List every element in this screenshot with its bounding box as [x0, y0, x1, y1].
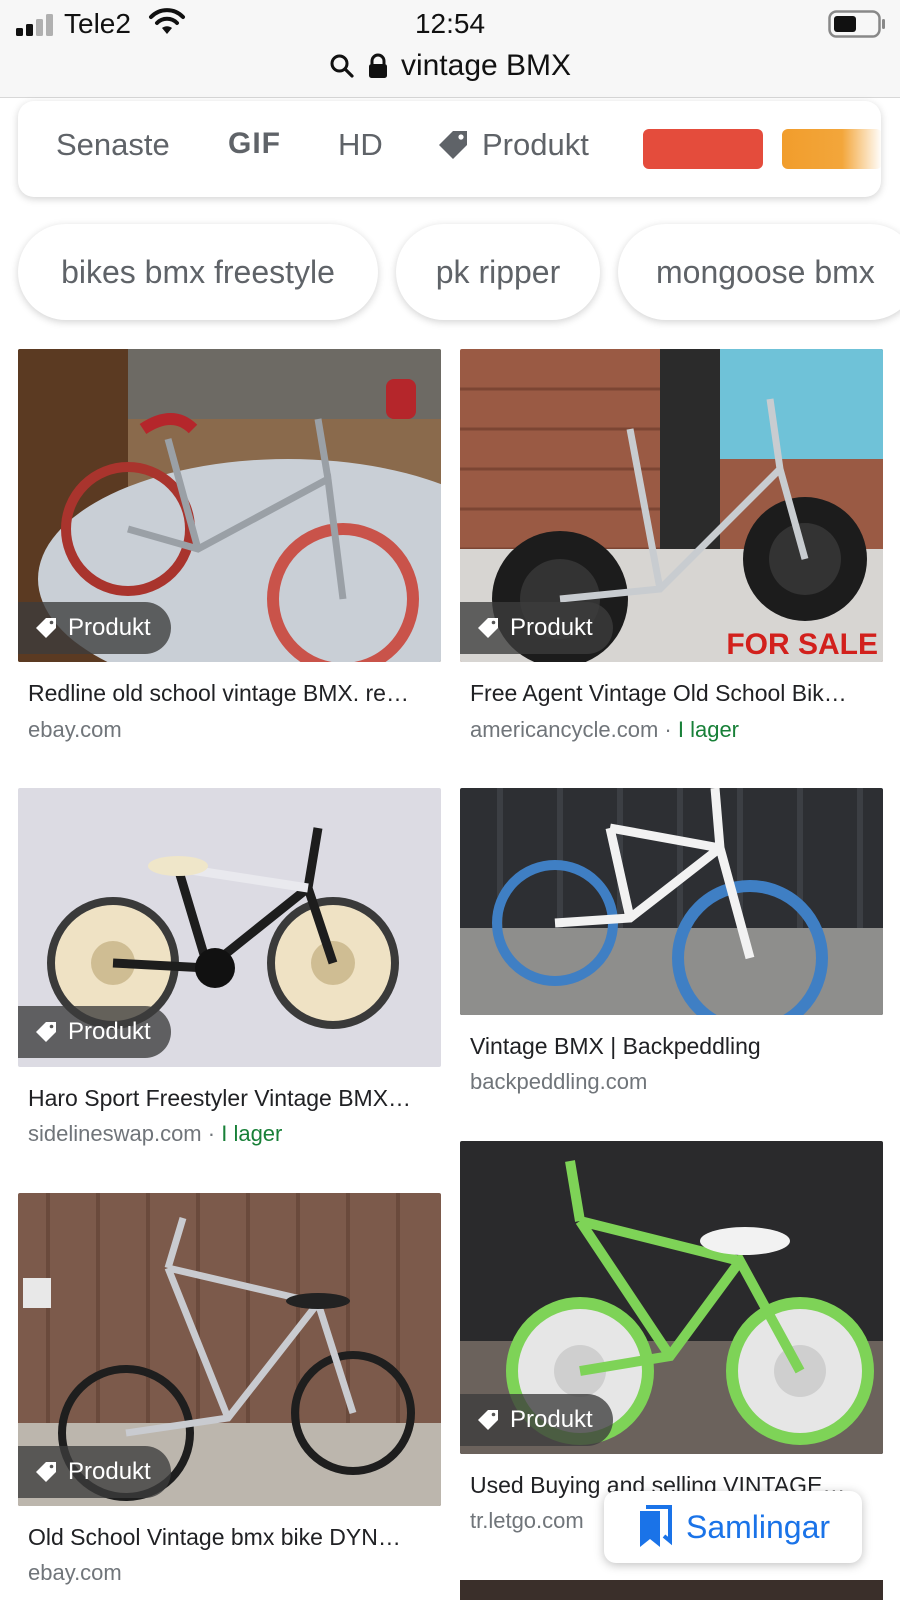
result-title[interactable]: Haro Sport Freestyler Vintage BMX… — [28, 1085, 433, 1112]
product-badge: Produkt — [460, 1394, 613, 1446]
battery-icon — [828, 10, 885, 38]
clock: 12:54 — [414, 8, 486, 39]
bookmark-icon — [639, 1505, 672, 1547]
result-thumbnail-partial[interactable] — [460, 1580, 883, 1600]
product-badge: Produkt — [460, 602, 613, 654]
result-source-domain: tr.letgo.com — [470, 1508, 584, 1533]
product-badge: Produkt — [18, 1446, 171, 1498]
result-thumbnail[interactable] — [460, 788, 883, 1015]
url-text: vintage BMX — [400, 49, 572, 82]
suggestion-chip[interactable]: mongoose bmx — [618, 224, 900, 320]
result-source-domain: ebay.com — [28, 717, 122, 742]
filter-produkt[interactable]: Produkt — [436, 127, 589, 163]
color-filter-red[interactable] — [643, 129, 763, 169]
result-source-domain: americancycle.com — [470, 717, 659, 742]
product-badge: Produkt — [18, 1006, 171, 1058]
signal-icon — [16, 14, 53, 36]
badge-label: Produkt — [68, 1458, 151, 1485]
filter-hd[interactable]: HD — [338, 127, 383, 163]
badge-label: Produkt — [68, 1018, 151, 1045]
filter-gif[interactable]: GIF — [228, 127, 281, 161]
separator: · — [207, 1121, 216, 1146]
badge-label: Produkt — [510, 1406, 593, 1433]
status-bar: Tele2 12:54 — [0, 0, 900, 46]
result-source: backpeddling.com — [470, 1069, 647, 1095]
result-source: tr.letgo.com — [470, 1508, 584, 1534]
result-source-domain: sidelineswap.com — [28, 1121, 202, 1146]
result-title[interactable]: Vintage BMX | Backpeddling — [470, 1033, 875, 1060]
tag-icon — [478, 1410, 498, 1430]
lock-icon — [368, 53, 387, 78]
suggestion-chip[interactable]: pk ripper — [396, 224, 600, 320]
stock-status: I lager — [677, 717, 740, 742]
carrier-name: Tele2 — [64, 8, 131, 39]
badge-label: Produkt — [510, 614, 593, 641]
tag-icon — [36, 1462, 56, 1482]
result-source-domain: backpeddling.com — [470, 1069, 648, 1094]
color-filter-orange[interactable] — [782, 129, 881, 169]
browser-top-bar: Tele2 12:54 vintage BMX — [0, 0, 900, 98]
badge-label: Produkt — [68, 614, 151, 641]
result-title[interactable]: Old School Vintage bmx bike DYN… — [28, 1524, 433, 1551]
filter-senaste[interactable]: Senaste — [56, 127, 170, 163]
suggestion-chip[interactable]: bikes bmx freestyle — [18, 224, 378, 320]
filter-bar: Senaste GIF HD Produkt — [18, 101, 881, 197]
result-source-domain: ebay.com — [28, 1560, 122, 1585]
collections-button[interactable]: Samlingar — [604, 1491, 862, 1563]
result-source: ebay.com — [28, 1560, 122, 1586]
url-bar[interactable]: vintage BMX — [0, 46, 900, 86]
collections-label: Samlingar — [685, 1508, 831, 1545]
wifi-icon — [149, 8, 185, 34]
stock-status: I lager — [221, 1121, 283, 1146]
search-icon — [330, 54, 354, 78]
tag-icon — [439, 131, 467, 159]
for-sale-text: FOR SALE — [726, 628, 878, 661]
filter-produkt-label: Produkt — [482, 127, 589, 162]
tag-icon — [478, 618, 498, 638]
result-source: sidelineswap.com · I lager — [28, 1121, 282, 1147]
tag-icon — [36, 618, 56, 638]
tag-icon — [36, 1022, 56, 1042]
bike-photo-image — [460, 788, 883, 1015]
product-badge: Produkt — [18, 602, 171, 654]
result-title[interactable]: Free Agent Vintage Old School Bik… — [470, 680, 875, 707]
result-source: americancycle.com · I lager — [470, 717, 739, 743]
result-title[interactable]: Redline old school vintage BMX. re… — [28, 680, 433, 707]
separator: · — [664, 717, 672, 742]
result-source: ebay.com — [28, 717, 122, 743]
